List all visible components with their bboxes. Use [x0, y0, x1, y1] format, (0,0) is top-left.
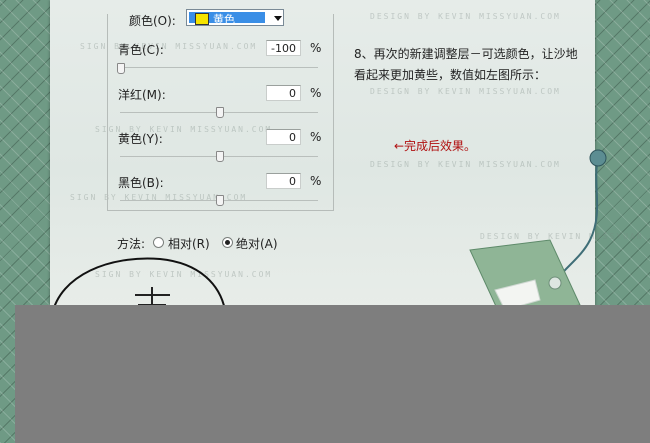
cyan-slider-track[interactable]	[120, 67, 318, 68]
tag-decoration	[469, 149, 607, 315]
button-icon	[589, 149, 607, 167]
watermark-text: DESIGN BY KEVIN MISSYUAN.COM	[370, 12, 561, 21]
relative-label: 相对(R)	[168, 237, 210, 251]
magenta-label: 洋红(M):	[118, 88, 166, 102]
absolute-label: 绝对(A)	[236, 237, 278, 251]
chevron-down-icon[interactable]	[274, 16, 282, 21]
black-percent: %	[310, 174, 322, 188]
magenta-input[interactable]: 0	[266, 85, 301, 101]
magenta-percent: %	[310, 86, 322, 100]
method-label: 方法:	[117, 237, 146, 251]
colors-select-value: 黄色	[213, 13, 235, 26]
cyan-input[interactable]: -100	[266, 40, 301, 56]
cyan-label: 青色(C):	[118, 43, 164, 57]
yellow-label: 黄色(Y):	[118, 132, 163, 146]
cyan-slider-thumb[interactable]	[117, 63, 125, 74]
relative-radio[interactable]	[153, 237, 164, 248]
magenta-slider-thumb[interactable]	[216, 107, 224, 118]
colors-label: 颜色(O):	[129, 14, 176, 28]
watermark-text: DESIGN BY KEVIN MISSYUAN.COM	[370, 87, 561, 96]
gray-overlay	[15, 305, 650, 443]
black-label: 黑色(B):	[118, 176, 164, 190]
cyan-percent: %	[310, 41, 322, 55]
yellow-swatch-icon	[195, 13, 209, 25]
tag-hole-icon	[548, 276, 562, 290]
step-note: 8、再次的新建调整层－可选颜色，让沙地看起来更加黄些，数值如左图所示：	[354, 47, 578, 82]
yellow-input[interactable]: 0	[266, 129, 301, 145]
black-input[interactable]: 0	[266, 173, 301, 189]
colors-select[interactable]: 黄色	[186, 9, 284, 26]
yellow-slider-thumb[interactable]	[216, 151, 224, 162]
yellow-percent: %	[310, 130, 322, 144]
black-slider-thumb[interactable]	[216, 195, 224, 206]
absolute-radio[interactable]	[222, 237, 233, 248]
